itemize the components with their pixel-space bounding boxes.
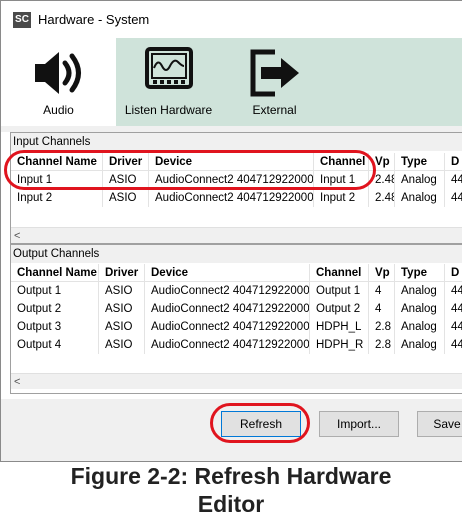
cell-channel: Output 2 xyxy=(310,300,369,318)
cell-channel-name: Output 1 xyxy=(11,282,99,300)
app-icon: SC xyxy=(13,12,31,28)
cell-device: AudioConnect2 4047129220000 xyxy=(149,171,314,189)
cell-d: 44 xyxy=(445,171,462,189)
cell-type: Analog xyxy=(395,171,445,189)
hardware-system-window: SC Hardware - System Audio Listen Hardwa… xyxy=(0,0,462,462)
cell-type: Analog xyxy=(395,189,445,207)
figure-caption-line-1: Figure 2-2: Refresh Hardware xyxy=(70,463,392,489)
cell-d: 44 xyxy=(445,189,462,207)
save-button[interactable]: Save xyxy=(417,411,462,437)
cell-channel-name: Input 2 xyxy=(11,189,103,207)
cell-vp: 4 xyxy=(369,300,395,318)
scroll-left-icon[interactable]: < xyxy=(14,228,20,243)
cell-device: AudioConnect2 4047129220000 xyxy=(149,189,314,207)
figure-caption-line-2: Editor xyxy=(197,491,265,517)
toolbar-external-button[interactable]: External xyxy=(221,38,462,126)
cell-vp: 2.48 xyxy=(369,171,395,189)
output-channels-header-row: Channel Name Driver Device Channel Vp Ty… xyxy=(11,264,462,282)
column-header-d[interactable]: D xyxy=(445,153,462,171)
cell-channel: Output 1 xyxy=(310,282,369,300)
speaker-icon xyxy=(35,52,81,94)
column-header-vp[interactable]: Vp xyxy=(369,153,395,171)
cell-driver: ASIO xyxy=(99,336,145,354)
column-header-channel-name[interactable]: Channel Name xyxy=(11,153,103,171)
cell-type: Analog xyxy=(395,336,445,354)
cell-vp: 2.48 xyxy=(369,189,395,207)
column-header-device[interactable]: Device xyxy=(149,153,314,171)
cell-d: 44 xyxy=(445,318,462,336)
toolbar-external-label: External xyxy=(252,103,297,117)
output-channels-horizontal-scrollbar[interactable]: < xyxy=(11,373,462,389)
hardware-toolbar: Audio Listen Hardware External xyxy=(1,38,462,126)
table-row[interactable]: Input 2 ASIO AudioConnect2 4047129220000… xyxy=(11,189,462,207)
column-header-device[interactable]: Device xyxy=(145,264,310,282)
cell-channel: Input 2 xyxy=(314,189,369,207)
table-row[interactable]: Output 3 ASIO AudioConnect2 404712922000… xyxy=(11,318,462,336)
title-bar: SC Hardware - System xyxy=(1,1,462,38)
cell-channel-name: Output 2 xyxy=(11,300,99,318)
column-header-channel[interactable]: Channel xyxy=(310,264,369,282)
refresh-button[interactable]: Refresh xyxy=(221,411,301,437)
column-header-channel-name[interactable]: Channel Name xyxy=(11,264,99,282)
table-row[interactable]: Input 1 ASIO AudioConnect2 4047129220000… xyxy=(11,171,462,189)
external-arrow-icon xyxy=(250,49,299,97)
cell-type: Analog xyxy=(395,318,445,336)
toolbar-listen-hardware-label: Listen Hardware xyxy=(124,103,213,117)
cell-driver: ASIO xyxy=(103,189,149,207)
figure-caption: Figure 2-2: Refresh Hardware Editor xyxy=(0,462,462,523)
output-channels-title: Output Channels xyxy=(11,245,462,263)
table-row[interactable]: Output 4 ASIO AudioConnect2 404712922000… xyxy=(11,336,462,354)
cell-vp: 4 xyxy=(369,282,395,300)
cell-vp: 2.8 xyxy=(369,318,395,336)
cell-channel-name: Output 4 xyxy=(11,336,99,354)
cell-device: AudioConnect2 4047129220000 xyxy=(145,300,310,318)
column-header-driver[interactable]: Driver xyxy=(103,153,149,171)
cell-type: Analog xyxy=(395,282,445,300)
input-channels-horizontal-scrollbar[interactable]: < xyxy=(11,227,462,243)
cell-device: AudioConnect2 4047129220000 xyxy=(145,336,310,354)
toolbar-audio-button[interactable]: Audio xyxy=(1,38,116,126)
cell-driver: ASIO xyxy=(99,300,145,318)
cell-type: Analog xyxy=(395,300,445,318)
oscilloscope-icon xyxy=(145,47,193,89)
window-title: Hardware - System xyxy=(38,12,150,27)
cell-driver: ASIO xyxy=(103,171,149,189)
cell-channel: HDPH_L xyxy=(310,318,369,336)
table-row[interactable]: Output 2 ASIO AudioConnect2 404712922000… xyxy=(11,300,462,318)
cell-d: 44 xyxy=(445,336,462,354)
cell-device: AudioConnect2 4047129220000 xyxy=(145,282,310,300)
cell-channel: HDPH_R xyxy=(310,336,369,354)
dialog-footer: Refresh Import... Save xyxy=(1,399,462,461)
column-header-type[interactable]: Type xyxy=(395,264,445,282)
table-row[interactable]: Output 1 ASIO AudioConnect2 404712922000… xyxy=(11,282,462,300)
cell-driver: ASIO xyxy=(99,282,145,300)
cell-channel: Input 1 xyxy=(314,171,369,189)
cell-channel-name: Input 1 xyxy=(11,171,103,189)
scroll-left-icon[interactable]: < xyxy=(14,374,20,390)
input-channels-title: Input Channels xyxy=(11,133,462,151)
column-header-vp[interactable]: Vp xyxy=(369,264,395,282)
column-header-type[interactable]: Type xyxy=(395,153,445,171)
cell-d: 44 xyxy=(445,282,462,300)
cell-vp: 2.8 xyxy=(369,336,395,354)
cell-device: AudioConnect2 4047129220000 xyxy=(145,318,310,336)
toolbar-listen-hardware-button[interactable]: Listen Hardware xyxy=(116,38,221,126)
column-header-channel[interactable]: Channel xyxy=(314,153,369,171)
cell-driver: ASIO xyxy=(99,318,145,336)
input-channels-panel: Input Channels Channel Name Driver Devic… xyxy=(10,132,462,244)
toolbar-audio-label: Audio xyxy=(43,103,74,117)
column-header-d[interactable]: D xyxy=(445,264,462,282)
cell-channel-name: Output 3 xyxy=(11,318,99,336)
cell-d: 44 xyxy=(445,300,462,318)
output-channels-panel: Output Channels Channel Name Driver Devi… xyxy=(10,244,462,394)
import-button[interactable]: Import... xyxy=(319,411,399,437)
column-header-driver[interactable]: Driver xyxy=(99,264,145,282)
input-channels-header-row: Channel Name Driver Device Channel Vp Ty… xyxy=(11,153,462,171)
